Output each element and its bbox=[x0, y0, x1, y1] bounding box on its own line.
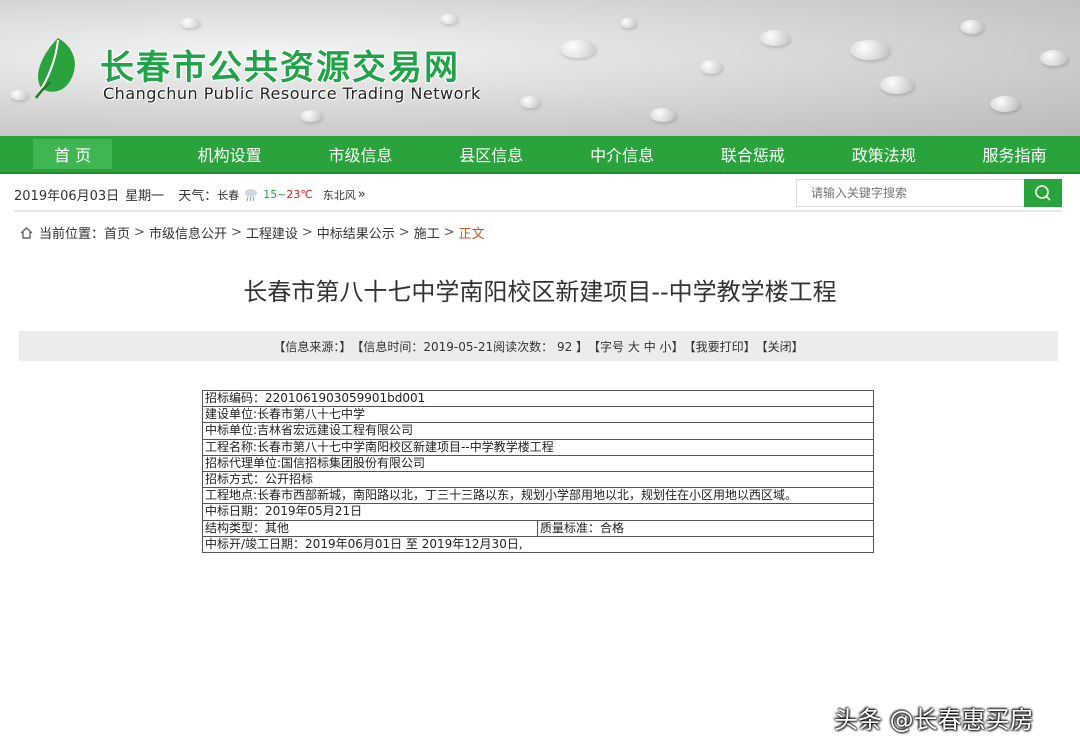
font-size-small-button[interactable]: 小 bbox=[660, 338, 672, 355]
table-row: 工程地点:长春市西部新城，南阳路以北，丁三十三路以东，规划小学部用地以北，规划住… bbox=[202, 487, 874, 505]
water-drop-decoration bbox=[850, 40, 890, 60]
current-date: 2019年06月03日 bbox=[14, 189, 120, 204]
bid-code-cell: 招标编码：2201061903059901bd001 bbox=[202, 389, 874, 408]
quality-standard-cell: 质量标准：合格 bbox=[537, 519, 874, 537]
breadcrumb-separator: > bbox=[443, 225, 455, 240]
rain-weather-icon bbox=[245, 188, 258, 201]
weather-more-link[interactable]: » bbox=[358, 187, 366, 202]
breadcrumb-item-construction[interactable]: 施工 bbox=[414, 223, 440, 242]
water-drop-decoration bbox=[300, 110, 322, 122]
nav-item-agency-info[interactable]: 中介信息 bbox=[557, 139, 688, 169]
nav-item-city-info[interactable]: 市级信息 bbox=[295, 139, 426, 169]
meta-font-prefix: 【字号 bbox=[588, 339, 628, 354]
water-drop-decoration bbox=[440, 14, 458, 24]
breadcrumb-item-engineering[interactable]: 工程建设 bbox=[246, 223, 298, 242]
search-button[interactable] bbox=[1024, 179, 1062, 207]
table-row: 招标方式：公开招标 bbox=[202, 470, 874, 489]
table-row: 招标编码：2201061903059901bd001 bbox=[202, 389, 874, 408]
water-drop-decoration bbox=[560, 40, 596, 58]
winner-cell: 中标单位:吉林省宏远建设工程有限公司 bbox=[202, 422, 874, 440]
breadcrumb-separator: > bbox=[301, 225, 313, 240]
water-drop-decoration bbox=[180, 18, 200, 28]
site-banner: 长春市公共资源交易网 Changchun Public Resource Tra… bbox=[0, 0, 1080, 136]
breadcrumb-prefix: 当前位置： bbox=[39, 227, 105, 242]
breadcrumb-item-home[interactable]: 首页 bbox=[104, 223, 130, 242]
breadcrumb-separator: > bbox=[230, 225, 242, 240]
table-row: 中标开/竣工日期：2019年06月01日 至 2019年12月30日, bbox=[202, 535, 874, 553]
water-drop-decoration bbox=[10, 90, 28, 100]
nav-item-organization[interactable]: 机构设置 bbox=[164, 139, 295, 169]
nav-item-policies[interactable]: 政策法规 bbox=[818, 139, 949, 169]
bid-info-table: 招标编码：2201061903059901bd001 建设单位:长春市第八十七中… bbox=[202, 389, 874, 553]
watermark: 头条 @长春惠买房 bbox=[834, 706, 1034, 734]
print-button[interactable]: 【我要打印】 bbox=[684, 338, 756, 355]
breadcrumb-item-city-info[interactable]: 市级信息公开 bbox=[149, 223, 227, 242]
meta-time: 【信息时间：2019-05-21阅读次数： 92 】 bbox=[351, 339, 589, 354]
home-icon bbox=[20, 226, 33, 239]
water-drop-decoration bbox=[880, 76, 914, 94]
nav-item-home[interactable]: 首 页 bbox=[33, 139, 113, 169]
nav-item-county-info[interactable]: 县区信息 bbox=[426, 139, 557, 169]
bid-method-cell: 招标方式：公开招标 bbox=[202, 470, 874, 489]
water-drop-decoration bbox=[990, 96, 1020, 112]
breadcrumb-current: 正文 bbox=[458, 227, 485, 242]
weather-temperature: 15~23℃ bbox=[263, 188, 313, 201]
agent-cell: 招标代理单位:国信招标集团股份有限公司 bbox=[202, 454, 874, 472]
project-name-cell: 工程名称:长春市第八十七中学南阳校区新建项目--中学教学楼工程 bbox=[202, 438, 874, 456]
bid-date-cell: 中标日期：2019年05月21日 bbox=[202, 503, 874, 521]
search-icon bbox=[1035, 185, 1051, 201]
water-drop-decoration bbox=[520, 96, 540, 108]
temp-high: 23℃ bbox=[286, 188, 313, 201]
breadcrumb-item-bid-results[interactable]: 中标结果公示 bbox=[317, 223, 395, 242]
font-size-large-button[interactable]: 大 bbox=[628, 338, 640, 355]
builder-cell: 建设单位:长春市第八十七中学 bbox=[202, 406, 874, 424]
divider bbox=[14, 210, 1062, 212]
breadcrumb: 当前位置： 首页 > 市级信息公开 > 工程建设 > 中标结果公示 > 施工 >… bbox=[20, 223, 485, 242]
weather-wind: 东北风 bbox=[322, 188, 356, 202]
water-drop-decoration bbox=[700, 60, 722, 74]
table-row: 中标日期：2019年05月21日 bbox=[202, 503, 874, 521]
location-cell: 工程地点:长春市西部新城，南阳路以北，丁三十三路以东，规划小学部用地以北，规划住… bbox=[202, 487, 874, 505]
table-row: 工程名称:长春市第八十七中学南阳校区新建项目--中学教学楼工程 bbox=[202, 438, 874, 456]
breadcrumb-separator: > bbox=[398, 225, 410, 240]
water-drop-decoration bbox=[650, 108, 676, 122]
weather-city: 长春 bbox=[217, 188, 240, 202]
table-row: 结构类型：其他 质量标准：合格 bbox=[202, 519, 874, 537]
period-cell: 中标开/竣工日期：2019年06月01日 至 2019年12月30日, bbox=[202, 535, 874, 553]
water-drop-decoration bbox=[760, 30, 790, 46]
temp-low: 15 bbox=[263, 188, 278, 201]
meta-source: 【信息来源：】 bbox=[273, 339, 352, 354]
water-drop-decoration bbox=[620, 18, 636, 28]
article-title: 长春市第八十七中学南阳校区新建项目--中学教学楼工程 bbox=[243, 278, 837, 306]
weather-label: 天气： bbox=[178, 189, 218, 204]
main-nav: 首 页 机构设置 市级信息 县区信息 中介信息 联合惩戒 政策法规 服务指南 bbox=[0, 136, 1080, 174]
font-size-medium-button[interactable]: 中 bbox=[644, 338, 656, 355]
site-subtitle: Changchun Public Resource Trading Networ… bbox=[103, 84, 481, 103]
breadcrumb-separator: > bbox=[134, 225, 145, 240]
water-drop-decoration bbox=[960, 20, 984, 34]
current-weekday: 星期一 bbox=[125, 189, 165, 204]
table-row: 招标代理单位:国信招标集团股份有限公司 bbox=[202, 454, 874, 472]
info-bar: 2019年06月03日 星期一 天气： 长春 15~23℃ 东北风 » bbox=[0, 176, 1080, 210]
search-input[interactable] bbox=[796, 179, 1026, 207]
nav-item-service-guide[interactable]: 服务指南 bbox=[949, 139, 1080, 169]
table-row: 中标单位:吉林省宏远建设工程有限公司 bbox=[202, 422, 874, 440]
site-title[interactable]: 长春市公共资源交易网 bbox=[100, 40, 460, 89]
leaf-logo-icon[interactable] bbox=[28, 34, 82, 102]
meta-font-suffix: 】 bbox=[671, 339, 684, 354]
structure-type-cell: 结构类型：其他 bbox=[202, 519, 538, 537]
nav-item-joint-punishment[interactable]: 联合惩戒 bbox=[688, 139, 819, 169]
close-button[interactable]: 【关闭】 bbox=[756, 338, 804, 355]
date-weather: 2019年06月03日 星期一 天气： 长春 15~23℃ 东北风 » bbox=[14, 185, 372, 204]
table-row: 建设单位:长春市第八十七中学 bbox=[202, 406, 874, 424]
water-drop-decoration bbox=[1040, 50, 1068, 66]
article-meta-bar: 【信息来源：】 【信息时间：2019-05-21阅读次数： 92 】 【字号 大… bbox=[19, 331, 1058, 361]
